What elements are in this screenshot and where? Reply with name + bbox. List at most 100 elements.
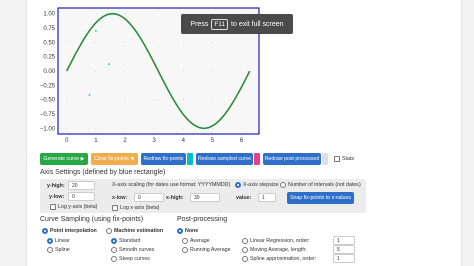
grid-dot [182,70,184,72]
snap-fix-points-button[interactable]: Snap fix-points to x-values [287,192,354,204]
y-low-label: y-low: [49,194,65,200]
running-average-radio[interactable] [182,247,188,253]
steep-curves-label: Steep curves [119,256,150,262]
steep-curves-radio[interactable] [111,256,117,262]
x-low-label: x-low: [112,195,128,201]
machine-estimation-label: Machine estimation [114,228,164,234]
x-tick-label: 1 [94,138,98,144]
grid-dot [211,41,213,43]
x-scaling-label: X-axis scaling (for dates use format: YY… [112,182,231,188]
grid-dot [95,41,97,43]
clear-fix-points-button[interactable]: Clear fix-points ✖ [91,153,138,165]
average-radio[interactable] [182,238,188,244]
smooth-curves-label: Smooth curves [119,247,155,253]
x-low-input[interactable]: 0 [134,193,164,202]
y-tick-label: 0.75 [43,26,55,32]
x-tick-label: 3 [152,138,156,144]
log-y-checkbox[interactable] [50,204,56,210]
grid-dot [124,127,126,129]
none-label: None [185,228,199,234]
y-tick-label: −0.50 [40,98,56,104]
post-processing-title: Post-processing [177,216,228,223]
x-tick-label: 2 [123,138,127,144]
spline-approximation-label: Spline approximation, order: [250,256,317,262]
spline-radio[interactable] [47,247,53,253]
linear-regression-order-input[interactable]: 1 [333,236,355,245]
f11-key: F11 [211,18,229,30]
point-interpolation-label: Point interpolation [50,228,97,234]
spline-label: Spline [55,247,70,253]
value-label: value: [236,195,252,201]
linear-regression-radio[interactable] [242,238,248,244]
grid-dot [66,41,68,43]
log-x-checkbox[interactable] [112,205,118,211]
stats-checkbox[interactable] [334,156,340,162]
linear-radio[interactable] [47,238,53,244]
grid-dot [66,99,68,101]
linear-label: Linear [55,238,70,244]
moving-average-label: Moving Average, length: [250,247,307,253]
generate-curve-button[interactable]: Generate curve ▶ [40,153,88,165]
redraw-fix-points-button[interactable]: Redraw fix-points [141,153,186,165]
grid-dot [95,13,97,15]
num-intervals-radio[interactable] [280,182,286,188]
grid-dot [66,127,68,129]
axis-settings-title: Axis Settings (defined by blue rectangle… [40,169,166,176]
spline-approximation-order-input[interactable]: 1 [333,254,355,263]
spline-approximation-radio[interactable] [242,256,248,262]
x-stepsize-radio[interactable] [235,182,241,188]
grid-dot [182,127,184,129]
x-tick-label: 5 [211,138,215,144]
moving-average-radio[interactable] [242,247,248,253]
grid-dot [95,70,97,72]
moving-average-length-input[interactable]: 5 [333,245,355,254]
fix-points-color-swatch[interactable] [187,153,193,165]
grid-dot [153,99,155,101]
log-y-label: Log y-axis (beta) [58,204,98,210]
y-low-input[interactable]: 0 [68,192,95,201]
grid-dot [153,127,155,129]
x-tick-label: 0 [65,138,69,144]
y-tick-label: 0.50 [43,40,55,46]
x-tick-label: 6 [240,138,244,144]
none-radio[interactable] [177,228,183,234]
point-interpolation-radio[interactable] [42,228,48,234]
fix-point-marker [94,30,97,32]
x-high-input[interactable]: 30 [190,193,220,202]
running-average-label: Running Average [190,247,231,253]
fix-point-marker [88,94,91,96]
grid-dot [241,41,243,43]
grid-dot [211,99,213,101]
standard-radio[interactable] [111,238,117,244]
redraw-sampled-curve-button[interactable]: Redraw sampled curve [196,153,253,165]
redraw-post-processed-button[interactable]: Redraw post processed [263,153,321,165]
y-tick-label: −1.00 [40,126,56,132]
grid-dot [153,41,155,43]
log-x-label: Log x-axis (beta) [120,205,160,211]
machine-estimation-radio[interactable] [106,228,112,234]
post-processed-color-swatch[interactable] [322,153,328,165]
grid-dot [241,127,243,129]
grid-dot [124,70,126,72]
grid-dot [241,99,243,101]
stats-label: Stats [342,156,355,162]
num-intervals-label: Number of intervals (not dates) [288,182,361,188]
stepsize-value-input[interactable]: 1 [258,193,276,202]
grid-dot [182,41,184,43]
grid-dot [66,13,68,15]
grid-dot [153,13,155,15]
standard-label: Standard [119,238,141,244]
grid-dot [153,70,155,72]
banner-rest: to exit full screen [231,20,284,28]
grid-dot [124,13,126,15]
sampled-curve-color-swatch[interactable] [254,153,260,165]
fix-point-marker [108,63,110,66]
y-high-label: y-high: [47,183,65,189]
curve-sampling-title: Curve Sampling (using fix-points) [40,216,144,223]
grid-dot [211,127,213,129]
x-stepsize-label: X-axis stepsize [243,182,279,188]
right-sidebar [461,0,474,266]
fullscreen-banner: Press F11 to exit full screen [181,14,293,34]
smooth-curves-radio[interactable] [111,247,117,253]
y-high-input[interactable]: 20 [68,181,95,190]
